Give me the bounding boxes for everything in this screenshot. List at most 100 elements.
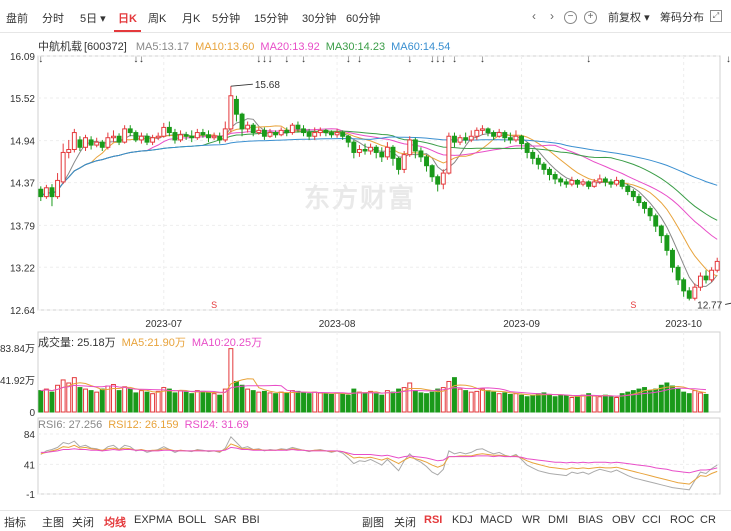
- candle-body: [211, 135, 217, 139]
- main-indicator-4[interactable]: EXPMA: [134, 514, 173, 526]
- candle-body: [368, 146, 374, 152]
- event-marker: ↓: [357, 54, 362, 65]
- candle-body: [569, 179, 575, 185]
- candle-body: [664, 235, 670, 251]
- candle-body: [66, 149, 72, 153]
- vol-legend-item-2: MA10:20.25万: [191, 337, 263, 349]
- candle-body: [71, 132, 77, 151]
- main-indicator-3[interactable]: 均线: [104, 514, 126, 530]
- volume-bar: [552, 396, 558, 413]
- volume-bar: [658, 384, 664, 413]
- candle-body: [373, 146, 379, 153]
- candle-body: [636, 196, 642, 204]
- main-indicator-1[interactable]: 主图: [42, 514, 64, 530]
- volume-bar: [295, 390, 301, 413]
- volume-tick-label: 83.84万: [0, 344, 35, 355]
- sub-indicator-1[interactable]: 关闭: [394, 514, 416, 530]
- sub-indicator-2[interactable]: RSI: [424, 514, 442, 526]
- candle-body: [670, 249, 675, 268]
- volume-bar: [284, 392, 290, 413]
- main-indicator-6[interactable]: SAR: [214, 514, 237, 526]
- price-tick-label: 12.64: [10, 306, 35, 317]
- candle-body: [250, 124, 256, 134]
- volume-bar: [390, 391, 396, 413]
- volume-bar: [496, 393, 502, 413]
- candle-body: [256, 129, 262, 134]
- candle-body: [362, 149, 368, 152]
- volume-bar: [502, 392, 508, 413]
- volume-bar: [591, 395, 597, 413]
- candle-body: [116, 135, 122, 143]
- sub-indicator-6[interactable]: DMI: [548, 514, 568, 526]
- volume-bar: [155, 390, 161, 413]
- main-indicator-2[interactable]: 关闭: [72, 514, 94, 530]
- volume-bar: [586, 393, 592, 413]
- rsi-tick-label: 41: [24, 460, 36, 471]
- volume-bar: [379, 394, 385, 413]
- volume-bar: [530, 394, 536, 413]
- volume-bar: [418, 392, 424, 413]
- sub-indicator-4[interactable]: MACD: [480, 514, 512, 526]
- x-tick-label: 2023-09: [503, 319, 540, 330]
- volume-bar: [334, 392, 340, 413]
- volume-bar: [703, 393, 709, 413]
- candle-body: [183, 134, 189, 137]
- candle-body: [206, 134, 211, 139]
- candle-body: [474, 129, 480, 137]
- volume-bar: [362, 392, 368, 413]
- candle-body: [312, 132, 318, 137]
- sub-indicator-11[interactable]: CR: [700, 514, 716, 526]
- candle-body: [161, 126, 167, 137]
- candle-body: [105, 137, 111, 148]
- volume-bar: [250, 390, 256, 413]
- ma-line-10: [40, 125, 718, 277]
- volume-bar: [558, 394, 564, 413]
- candle-body: [178, 134, 184, 141]
- volume-bar: [183, 391, 189, 413]
- vol-legend-item-1: MA5:21.90万: [121, 337, 186, 349]
- candle-body: [111, 135, 116, 139]
- candle-body: [485, 128, 491, 134]
- sub-indicator-9[interactable]: CCI: [642, 514, 661, 526]
- volume-bar: [468, 391, 474, 413]
- candle-body: [647, 207, 653, 217]
- sub-indicator-3[interactable]: KDJ: [452, 514, 473, 526]
- candle-body: [591, 181, 597, 187]
- sub-indicator-7[interactable]: BIAS: [578, 514, 603, 526]
- volume-bar: [127, 388, 133, 413]
- volume-bar: [412, 390, 418, 413]
- event-marker: ↓: [139, 54, 144, 65]
- candle-body: [390, 146, 396, 159]
- candle-body: [94, 141, 100, 146]
- main-indicator-7[interactable]: BBI: [242, 514, 260, 526]
- volume-bar: [267, 392, 273, 413]
- rsi-legend-item-0: RSI6: 27.256: [38, 419, 103, 431]
- candle-body: [586, 181, 592, 187]
- event-marker: ↓: [586, 54, 591, 65]
- sub-indicator-5[interactable]: WR: [522, 514, 540, 526]
- candle-body: [384, 146, 390, 158]
- candle-body: [345, 135, 351, 143]
- event-marker: ↓: [256, 54, 261, 65]
- sub-indicator-8[interactable]: OBV: [612, 514, 635, 526]
- candle-body: [535, 157, 541, 165]
- sub-indicator-0[interactable]: 副图: [362, 514, 384, 530]
- candle-body: [580, 181, 586, 185]
- volume-bar: [345, 394, 351, 413]
- volume-bar: [356, 391, 362, 413]
- candle-body: [686, 290, 692, 299]
- volume-bar: [491, 391, 497, 413]
- candle-body: [55, 179, 61, 198]
- candle-body: [513, 135, 519, 141]
- candle-body: [200, 132, 206, 136]
- candle-body: [233, 98, 239, 115]
- volume-bar: [256, 391, 262, 413]
- candle-body: [530, 151, 536, 159]
- main-indicator-5[interactable]: BOLL: [178, 514, 206, 526]
- event-marker: ↓: [407, 54, 412, 65]
- main-indicator-0[interactable]: 指标: [4, 514, 26, 530]
- volume-bar: [384, 390, 390, 413]
- chart-svg[interactable]: 16.09 15.52 14.94 14.37 13.79 13.22 12.64 2023-…: [0, 0, 731, 510]
- volume-bar: [675, 388, 681, 413]
- sub-indicator-10[interactable]: ROC: [670, 514, 694, 526]
